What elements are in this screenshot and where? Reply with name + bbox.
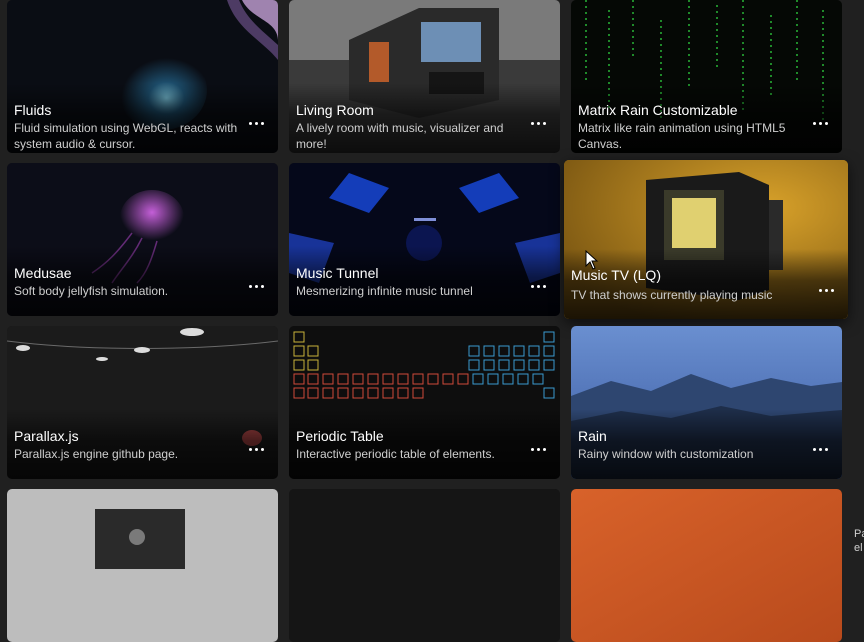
thumbnail-row4-1 [7,489,278,642]
card-description: A lively room with music, visualizer and… [296,121,504,151]
card-description: Fluid simulation using WebGL, reacts wit… [14,121,238,151]
card-description: Mesmerizing infinite music tunnel [296,284,473,298]
thumbnail-row4-3 [571,489,842,642]
card-title: Periodic Table [296,428,384,444]
more-horizontal-icon[interactable] [246,439,266,459]
wallpaper-card-row4-3[interactable] [571,489,842,642]
more-horizontal-icon[interactable] [810,113,830,133]
thumbnail-row4-2 [289,489,560,642]
wallpaper-card-rain[interactable]: Rain Rainy window with customization [571,326,842,479]
card-description: TV that shows currently playing music [571,288,773,302]
wallpaper-card-row4-2[interactable] [289,489,560,642]
wallpaper-card-fluids[interactable]: Fluids Fluid simulation using WebGL, rea… [7,0,278,153]
card-description: Interactive periodic table of elements. [296,447,495,461]
more-horizontal-icon[interactable] [528,113,548,133]
card-title: Music Tunnel [296,265,379,281]
card-description: Parallax.js engine github page. [14,447,179,461]
wallpaper-card-periodic-table[interactable]: Periodic Table Interactive periodic tabl… [289,326,560,479]
edge-text: Pa el [854,528,864,554]
card-title: Fluids [14,102,52,118]
wallpaper-card-row4-1[interactable] [7,489,278,642]
more-horizontal-icon[interactable] [816,280,836,300]
wallpaper-card-living-room[interactable]: Living Room A lively room with music, vi… [289,0,560,153]
card-title: Matrix Rain Customizable [578,102,738,118]
card-title: Parallax.js [14,428,79,444]
more-horizontal-icon[interactable] [810,439,830,459]
wallpaper-card-matrix-rain[interactable]: Matrix Rain Customizable Matrix like rai… [571,0,842,153]
card-description: Matrix like rain animation using HTML5 C… [578,121,786,151]
card-description: Soft body jellyfish simulation. [14,284,169,298]
more-horizontal-icon[interactable] [528,276,548,296]
wallpaper-card-music-tv[interactable]: Music TV (LQ) TV that shows currently pl… [564,160,848,319]
more-horizontal-icon[interactable] [246,276,266,296]
card-description: Rainy window with customization [578,447,754,461]
more-horizontal-icon[interactable] [528,439,548,459]
more-horizontal-icon[interactable] [246,113,266,133]
wallpaper-card-medusae[interactable]: Medusae Soft body jellyfish simulation. [7,163,278,316]
mouse-pointer-icon [585,250,599,270]
card-title: Medusae [14,265,72,281]
wallpaper-card-music-tunnel[interactable]: Music Tunnel Mesmerizing infinite music … [289,163,560,316]
card-title: Rain [578,428,607,444]
wallpaper-grid: Fluids Fluid simulation using WebGL, rea… [0,0,864,642]
card-title: Living Room [296,102,374,118]
wallpaper-card-parallax[interactable]: Parallax.js Parallax.js engine github pa… [7,326,278,479]
